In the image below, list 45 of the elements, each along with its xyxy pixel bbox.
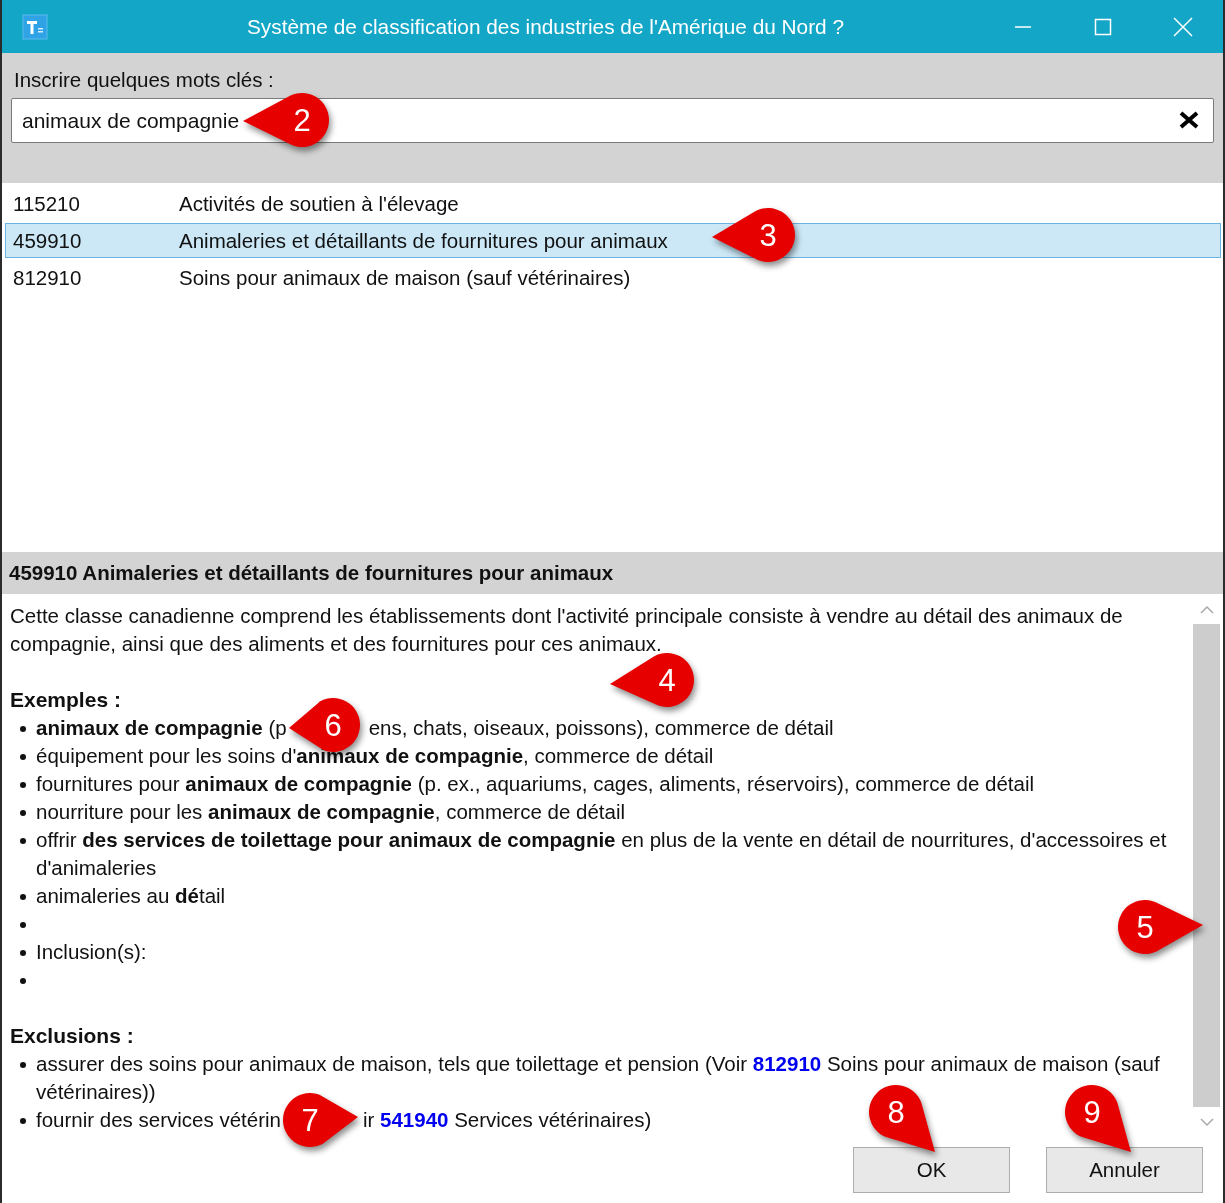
result-row[interactable]: 812910 Soins pour animaux de maison (sauf vétérinaires): [5, 260, 1221, 295]
example-text: nourriture pour les animaux de compagnie, commerce de détail: [36, 799, 626, 825]
example-text: animaleries au détail: [36, 883, 226, 909]
ok-button[interactable]: OK: [853, 1147, 1010, 1193]
exclusion-text: fournir des services vétérin: [36, 1107, 281, 1133]
callout-marker: 4: [610, 653, 694, 707]
callout-marker: 8: [869, 1085, 935, 1152]
bullet-icon: [20, 950, 26, 956]
bullet-icon: [20, 754, 26, 760]
chevron-down-icon: [1199, 1117, 1214, 1127]
exclusions-heading: Exclusions :: [10, 1023, 135, 1049]
code-link[interactable]: 812910: [752, 1052, 822, 1075]
clear-button[interactable]: [1178, 111, 1200, 129]
bullet-icon: [20, 810, 26, 816]
window-title: Système de classification des industries de l'Amérique du Nord ?: [246, 14, 845, 39]
example-text: fournitures pour animaux de compagnie (p. ex., aquariums, cages, aliments, réservoirs), commerce de détail: [36, 771, 1035, 797]
callout-marker: 2: [243, 93, 329, 147]
close-icon: [1173, 16, 1193, 37]
code-link[interactable]: 541940: [380, 1108, 449, 1131]
bullet-icon: [20, 1118, 26, 1124]
example-text: Inclusion(s):: [36, 939, 147, 965]
example-text: ens, chats, oiseaux, poissons), commerce de détail: [368, 715, 834, 741]
bullet-icon: [20, 838, 26, 844]
search-label: Inscrire quelques mots clés :: [14, 68, 274, 92]
callout-marker: 3: [712, 208, 795, 262]
callout-marker: 9: [1065, 1085, 1131, 1152]
minimize-icon: [1014, 25, 1032, 28]
callout-marker: 5: [1118, 900, 1203, 954]
bullet-icon: [20, 726, 26, 732]
exclusion-text: ir 541940 Services vétérinaires): [362, 1107, 652, 1133]
example-text: animaux de compagnie (p: [36, 715, 287, 741]
bullet-icon: [20, 1062, 26, 1068]
bullet-icon: [20, 922, 26, 928]
scroll-thumb[interactable]: [1193, 624, 1220, 1107]
detail-heading: 459910 Animaleries et détaillants de fournitures pour animaux: [2, 552, 1223, 594]
bullet-icon: [20, 894, 26, 900]
bullet-icon: [20, 978, 26, 984]
examples-heading: Exemples :: [10, 687, 122, 713]
maximize-icon: [1094, 17, 1112, 36]
app-icon: [22, 13, 48, 40]
cancel-button[interactable]: Annuler: [1046, 1147, 1203, 1193]
clear-icon: [1178, 111, 1200, 129]
bullet-icon: [20, 782, 26, 788]
chevron-up-icon: [1199, 604, 1214, 614]
callout-marker: 7: [283, 1093, 358, 1147]
